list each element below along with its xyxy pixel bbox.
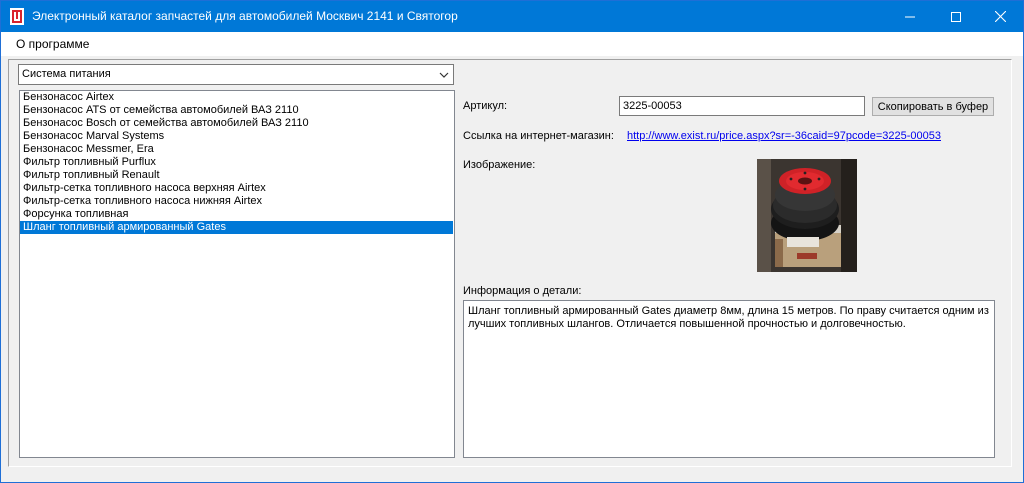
menu-about[interactable]: О программе [16, 37, 89, 51]
menu-bar: О программе [1, 32, 1023, 56]
list-item[interactable]: Фильтр-сетка топливного насоса нижняя Ai… [20, 195, 454, 208]
info-textarea[interactable]: Шланг топливный армированный Gates диаме… [463, 300, 995, 458]
category-dropdown[interactable]: Система питания [18, 64, 454, 85]
article-value: 3225-00053 [623, 100, 682, 112]
list-item[interactable]: Фильтр-сетка топливного насоса верхняя A… [20, 182, 454, 195]
list-item[interactable]: Бензонасос ATS от семейства автомобилей … [20, 104, 454, 117]
category-selected-value: Система питания [22, 68, 111, 80]
article-label: Артикул: [463, 100, 508, 112]
shop-link[interactable]: http://www.exist.ru/price.aspx?sr=-36cai… [627, 130, 941, 142]
window-title: Электронный каталог запчастей для автомо… [32, 9, 458, 23]
list-item[interactable]: Бензонасос Marval Systems [20, 130, 454, 143]
info-text: Шланг топливный армированный Gates диаме… [468, 305, 989, 330]
close-icon [994, 11, 1006, 22]
maximize-button[interactable] [933, 1, 979, 32]
main-window: Электронный каталог запчастей для автомо… [0, 0, 1024, 483]
minimize-button[interactable] [887, 1, 933, 32]
shop-link-label: Ссылка на интернет-магазин: [463, 130, 614, 142]
list-item[interactable]: Форсунка топливная [20, 208, 454, 221]
title-bar[interactable]: Электронный каталог запчастей для автомо… [1, 1, 1023, 32]
list-item[interactable]: Бензонасос Messmer, Era [20, 143, 454, 156]
minimize-icon [905, 16, 915, 17]
part-photo [757, 159, 857, 272]
info-label: Информация о детали: [463, 285, 582, 297]
list-item[interactable]: Фильтр топливный Purflux [20, 156, 454, 169]
maximize-icon [951, 11, 961, 22]
list-item[interactable]: Бензонасос Airtex [20, 91, 454, 104]
list-item[interactable]: Бензонасос Bosch от семейства автомобиле… [20, 117, 454, 130]
chevron-down-icon[interactable] [438, 69, 450, 81]
close-button[interactable] [977, 1, 1023, 32]
list-item-selected[interactable]: Шланг топливный армированный Gates [20, 221, 453, 234]
image-label: Изображение: [463, 159, 536, 171]
list-item[interactable]: Фильтр топливный Renault [20, 169, 454, 182]
parts-list[interactable]: Бензонасос Airtex Бензонасос ATS от семе… [19, 90, 455, 458]
article-field[interactable]: 3225-00053 [619, 96, 865, 116]
catalog-app-icon [10, 8, 24, 25]
copy-to-clipboard-button[interactable]: Скопировать в буфер [872, 97, 994, 116]
